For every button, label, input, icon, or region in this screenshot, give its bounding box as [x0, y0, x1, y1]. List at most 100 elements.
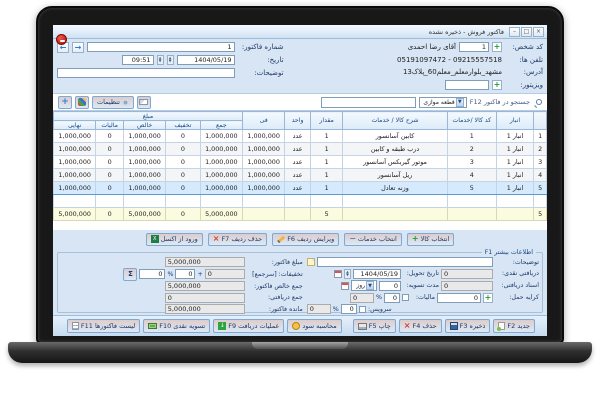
grid-cell[interactable]: 0 [95, 168, 124, 182]
freight-field[interactable] [437, 292, 481, 303]
grid-cell[interactable]: انبار 1 [495, 168, 535, 182]
person-code-field[interactable] [459, 41, 489, 52]
grid-cell[interactable]: 2 [446, 142, 497, 156]
grid-cell[interactable]: عدد [284, 168, 311, 182]
grid-cell[interactable]: 1 [309, 142, 344, 156]
grid-cell[interactable]: 0 [95, 181, 124, 195]
send-message-button[interactable] [136, 95, 151, 109]
grid-cell[interactable]: 5 [533, 181, 547, 195]
date-spinner[interactable]: ▲ ▼ [166, 55, 174, 65]
import-excel-button[interactable]: ورود از اکسل [145, 232, 203, 246]
grid-cell[interactable]: 1,000,000 [241, 155, 286, 169]
service-percent-field[interactable] [340, 304, 357, 314]
grid-cell[interactable]: کابین آسانسور [342, 129, 448, 143]
grid-cell[interactable]: انبار 1 [495, 155, 535, 169]
grid-cell[interactable]: 3 [533, 155, 547, 169]
grid-cell[interactable]: 4 [533, 168, 547, 182]
grid-cell[interactable]: 1,000,000 [53, 129, 97, 143]
grid-cell[interactable]: 1 [309, 168, 344, 182]
grid-cell[interactable]: 1,000,000 [241, 142, 286, 156]
grid-cell[interactable]: عدد [284, 129, 311, 143]
tax-checkbox[interactable] [402, 294, 409, 301]
grid-cell[interactable]: 1,000,000 [122, 142, 167, 156]
calendar-icon[interactable] [341, 281, 349, 290]
grid-cell[interactable]: 1,000,000 [199, 155, 243, 169]
grid-cell[interactable]: 1,000,000 [241, 181, 286, 195]
more-notes-field[interactable] [316, 257, 493, 267]
save-button[interactable]: ذخیره F3 [444, 319, 491, 333]
delivery-date-spinner[interactable]: ▲ ▼ [344, 268, 351, 279]
grid-cell[interactable]: 1,000,000 [199, 129, 243, 143]
grid-cell[interactable]: 1,000,000 [122, 155, 167, 169]
restore-button[interactable]: □ [521, 26, 532, 37]
grid-cell[interactable]: ریل آسانسور [342, 168, 448, 182]
grid-cell[interactable]: عدد [284, 155, 311, 169]
settle-unit-select[interactable]: ▼ روز [351, 280, 377, 291]
grid-cell[interactable]: 1 [446, 129, 497, 143]
grid-cell[interactable]: 1,000,000 [122, 181, 167, 195]
grid-cell[interactable]: انبار 1 [495, 142, 535, 156]
grid-cell[interactable]: موتور گیربکس آسانسور [342, 155, 448, 169]
cash-settle-button[interactable]: تسویه نقدی F10 [143, 319, 211, 333]
grid-cell[interactable]: وزنه تعادل [342, 181, 448, 195]
receive-ops-button[interactable]: عملیات دریافت F9 [213, 319, 285, 333]
search-filter-select[interactable]: ▼ قطعه موازی [418, 96, 467, 108]
time-field[interactable] [121, 55, 154, 65]
grid-cell[interactable]: 0 [95, 142, 124, 156]
grid-cell[interactable]: انبار 1 [495, 181, 535, 195]
close-button[interactable]: × [533, 26, 544, 37]
grid-cell[interactable]: 0 [165, 129, 201, 143]
grid-cell[interactable]: 1 [533, 129, 547, 143]
grid-cell[interactable]: 1,000,000 [199, 142, 243, 156]
delivery-date-field[interactable] [353, 268, 401, 279]
calendar-icon[interactable] [334, 269, 342, 278]
grid-cell[interactable]: 1,000,000 [122, 129, 167, 143]
grid-cell[interactable]: 1 [309, 155, 344, 169]
add-person-button[interactable]: + [492, 41, 502, 52]
theme-button[interactable] [75, 95, 89, 109]
time-spinner[interactable]: ▲ ▼ [156, 55, 164, 65]
grid-cell[interactable]: 1,000,000 [241, 129, 286, 143]
minimize-button[interactable]: – [509, 26, 520, 37]
grid-cell[interactable]: 1,000,000 [199, 181, 243, 195]
next-invoice-button[interactable]: → [72, 41, 84, 53]
grid-cell[interactable]: درب طبقه و کابین [342, 142, 448, 156]
grid-cell[interactable]: 1,000,000 [53, 142, 97, 156]
grid-cell[interactable]: 1 [309, 129, 344, 143]
grid-cell[interactable]: 0 [165, 181, 201, 195]
add-freight-button[interactable]: + [483, 292, 493, 303]
fullscreen-button[interactable]: + [58, 95, 72, 109]
grid-cell[interactable]: 1,000,000 [53, 181, 97, 195]
grid-cell[interactable]: 0 [165, 168, 201, 182]
grid-cell[interactable]: 2 [533, 142, 547, 156]
grid-cell[interactable]: انبار 1 [495, 129, 535, 143]
grid-cell[interactable]: 1,000,000 [241, 168, 286, 182]
grid-cell[interactable]: 4 [446, 168, 497, 182]
discount-sum-button[interactable]: Σ [123, 267, 138, 281]
grid-cell[interactable]: 3 [446, 155, 497, 169]
delete-row-button[interactable]: حذف ردیف F7 × [207, 232, 268, 246]
select-services-button[interactable]: انتخاب خدمات − [344, 232, 402, 246]
grid-cell[interactable]: 1 [309, 181, 344, 195]
tax-percent-field[interactable] [384, 292, 400, 303]
print-button[interactable]: چاپ F5 [352, 319, 396, 333]
grid-cell[interactable]: 0 [165, 142, 201, 156]
grid-cell[interactable]: 0 [95, 155, 124, 169]
grid-cell[interactable]: 0 [95, 129, 124, 143]
note-icon[interactable] [306, 258, 315, 266]
settle-period-field[interactable] [379, 280, 401, 291]
notes-field[interactable] [57, 68, 235, 78]
invoice-list-button[interactable]: لیست فاکتورها F11 [66, 319, 141, 333]
service-checkbox[interactable] [358, 305, 366, 313]
invoice-no-field[interactable] [87, 42, 235, 52]
edit-row-button[interactable]: ویرایش ردیف F6 [272, 232, 340, 246]
visitor-field[interactable] [445, 80, 489, 91]
grid-cell[interactable]: 1,000,000 [199, 168, 243, 182]
grid-cell[interactable]: 1,000,000 [53, 155, 97, 169]
select-goods-button[interactable]: انتخاب کالا + [406, 232, 455, 246]
search-input[interactable] [320, 96, 416, 108]
grid-cell[interactable]: 0 [165, 155, 201, 169]
settings-button[interactable]: تنظیمات [92, 95, 134, 109]
new-button[interactable]: جدید F2 [493, 319, 535, 333]
grid-cell[interactable]: 5 [446, 181, 497, 195]
